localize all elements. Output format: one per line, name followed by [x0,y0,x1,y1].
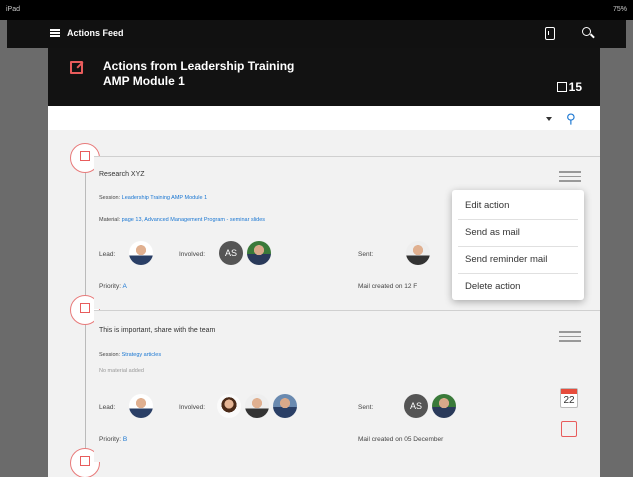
avatar[interactable]: AS [219,241,243,265]
battery-level: 75% [612,6,627,13]
card-menu-icon[interactable] [559,171,581,183]
menu-item-edit-action[interactable]: Edit action [452,193,584,219]
priority: Priority: A [99,283,127,290]
external-link-icon [70,61,83,74]
file-export-icon[interactable] [545,27,555,40]
device-name: iPad [6,6,21,13]
sent-label: Sent: [358,251,374,258]
search-icon[interactable] [582,27,591,36]
session-link[interactable]: Leadership Training AMP Module 1 [122,195,208,201]
session-link[interactable]: Strategy articles [122,352,161,358]
feed-title-line1: Actions from Leadership Training [103,59,295,73]
card-menu-icon[interactable] [559,331,581,343]
avatar[interactable] [273,394,297,418]
sent-label: Sent: [358,404,374,411]
filter-bar: ⚲ [48,106,600,130]
calendar-day: 22 [563,395,575,406]
action-title: Research XYZ [99,171,145,178]
avatar[interactable] [129,394,153,418]
menu-item-send-reminder-mail[interactable]: Send reminder mail [452,247,584,273]
avatar[interactable]: AS [404,394,428,418]
app-title: Actions Feed [67,28,124,38]
lead-label: Lead: [99,251,116,258]
involved-label: Involved: [179,251,206,258]
device-frame: iPad 75% Actions Feed Actions from Leade… [0,0,633,477]
avatar[interactable] [432,394,456,418]
action-title: This is important, share with the team [99,327,216,334]
material-link[interactable]: page 13, Advanced Management Program - s… [122,217,265,223]
menu-item-delete-action[interactable]: Delete action [452,274,584,300]
counter-value: 15 [568,80,582,94]
filter-person-icon[interactable]: ⚲ [566,112,580,126]
hamburger-menu-icon[interactable] [50,29,60,37]
action-session: Session: Strategy articles [99,352,162,358]
avatar[interactable] [129,241,153,265]
lead-label: Lead: [99,404,116,411]
action-card[interactable]: This is important, share with the team S… [94,310,600,462]
action-material: Material: page 13, Advanced Management P… [99,217,266,223]
counter-icon [556,82,567,92]
avatar[interactable] [245,394,269,418]
calendar-icon[interactable]: 22 [560,388,578,408]
app-bar: Actions Feed [7,20,626,48]
action-session: Session: Leadership Training AMP Module … [99,195,208,201]
feed-title-line2: AMP Module 1 [103,74,185,88]
avatar[interactable] [406,241,430,265]
menu-item-send-as-mail[interactable]: Send as mail [452,220,584,246]
priority: Priority: B [99,436,128,443]
feed-header: Actions from Leadership Training AMP Mod… [48,48,600,106]
mail-created: Mail created on 05 December [358,436,444,443]
no-material: No material added [99,368,144,374]
action-context-menu: Edit action Send as mail Send reminder m… [452,190,584,300]
complete-checkbox[interactable] [561,421,577,437]
avatar[interactable] [217,394,241,418]
avatar[interactable] [247,241,271,265]
involved-label: Involved: [179,404,206,411]
mail-created: Mail created on 12 F [358,283,418,290]
action-counter: 15 [556,80,582,94]
feed-title: Actions from Leadership Training AMP Mod… [103,59,294,89]
chevron-down-icon[interactable] [546,117,552,121]
status-bar: iPad 75% [0,0,633,20]
